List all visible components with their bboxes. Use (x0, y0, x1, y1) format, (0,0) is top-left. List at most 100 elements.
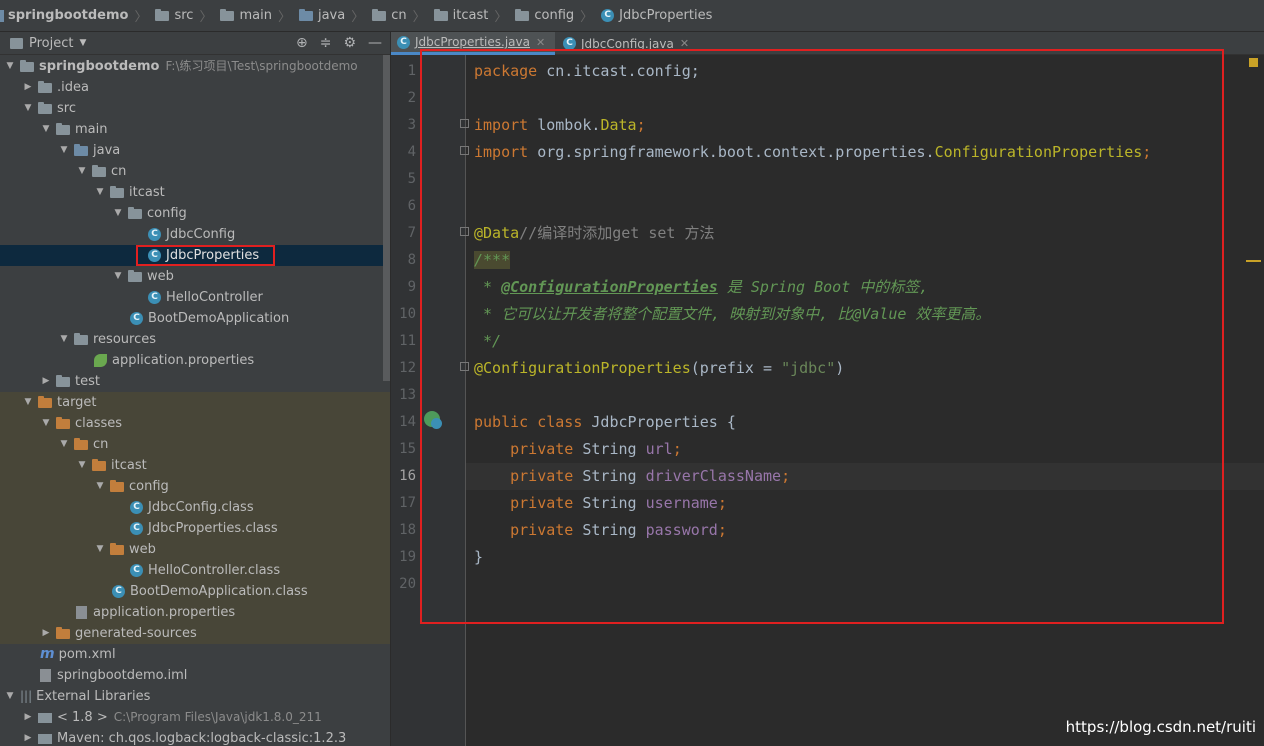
fold-marker-icon[interactable] (460, 227, 469, 236)
warning-stripe-marker[interactable] (1246, 260, 1261, 262)
class-file-icon: C (130, 501, 143, 514)
collapsed-arrow-icon[interactable]: ▶ (40, 371, 52, 392)
close-icon[interactable]: ✕ (536, 36, 545, 49)
tree-item-cn[interactable]: ▼ cn (0, 161, 390, 182)
excluded-folder-icon (92, 458, 106, 471)
code-line-14: public class JdbcProperties { (474, 413, 736, 431)
expanded-arrow-icon[interactable]: ▼ (4, 56, 16, 77)
tree-item-bootdemoapplication-class[interactable]: C BootDemoApplication.class (0, 581, 390, 602)
breadcrumb-separator: 〉 (199, 10, 213, 25)
fold-marker-icon[interactable] (460, 362, 469, 371)
tree-item-config[interactable]: ▼ config (0, 203, 390, 224)
expanded-arrow-icon[interactable]: ▼ (76, 455, 88, 476)
inspection-status-icon[interactable] (1249, 58, 1258, 67)
source-folder-icon (74, 143, 88, 156)
tree-item-target-itcast[interactable]: ▼ itcast (0, 455, 390, 476)
expanded-arrow-icon[interactable]: ▼ (76, 161, 88, 182)
breadcrumb-item-java[interactable]: java (293, 8, 349, 23)
breadcrumb-item-cn[interactable]: cn (366, 8, 410, 23)
expanded-arrow-icon[interactable]: ▼ (94, 539, 106, 560)
class-file-icon: C (130, 522, 143, 535)
expanded-arrow-icon[interactable]: ▼ (22, 98, 34, 119)
tree-item-target-application-properties[interactable]: application.properties (0, 602, 390, 623)
tree-item-hellocontroller[interactable]: C HelloController (0, 287, 390, 308)
expanded-arrow-icon[interactable]: ▼ (40, 413, 52, 434)
expanded-arrow-icon[interactable]: ▼ (58, 329, 70, 350)
chevron-down-icon[interactable]: ▼ (79, 38, 86, 48)
tree-item-jdbcconfig[interactable]: C JdbcConfig (0, 224, 390, 245)
collapsed-arrow-icon[interactable]: ▶ (22, 728, 34, 746)
tab-jdbcconfig[interactable]: C JdbcConfig.java ✕ (557, 32, 697, 55)
code-line-9: * @ConfigurationProperties 是 Spring Boot… (474, 278, 929, 296)
collapse-all-icon[interactable]: ≑ (320, 35, 332, 51)
breadcrumb-item-jdbcproperties[interactable]: C JdbcProperties (595, 8, 716, 23)
tree-item-main[interactable]: ▼ main (0, 119, 390, 140)
expanded-arrow-icon[interactable]: ▼ (40, 119, 52, 140)
line-number: 9 (407, 279, 416, 295)
line-number: 13 (399, 387, 416, 403)
expanded-arrow-icon[interactable]: ▼ (4, 686, 16, 707)
tree-item-target-cn[interactable]: ▼ cn (0, 434, 390, 455)
folder-icon (155, 8, 170, 21)
tree-item-java[interactable]: ▼ java (0, 140, 390, 161)
collapsed-arrow-icon[interactable]: ▶ (22, 707, 34, 728)
fold-marker-icon[interactable] (460, 146, 469, 155)
expanded-arrow-icon[interactable]: ▼ (112, 203, 124, 224)
minimize-icon[interactable]: — (368, 35, 382, 51)
expanded-arrow-icon[interactable]: ▼ (112, 266, 124, 287)
locate-target-icon[interactable]: ⊕ (296, 35, 308, 51)
line-number: 11 (399, 333, 416, 349)
tree-item-target[interactable]: ▼ target (0, 392, 390, 413)
breadcrumb-separator: 〉 (277, 10, 291, 25)
tree-item-hellocontroller-class[interactable]: C HelloController.class (0, 560, 390, 581)
tree-item-itcast[interactable]: ▼ itcast (0, 182, 390, 203)
tree-item-src[interactable]: ▼ src (0, 98, 390, 119)
sidebar-scrollbar[interactable] (383, 55, 390, 381)
fold-marker-icon[interactable] (460, 119, 469, 128)
line-number: 5 (407, 171, 416, 187)
code-line-12: @ConfigurationProperties(prefix = "jdbc"… (474, 359, 845, 377)
breadcrumb-item-main[interactable]: main (214, 8, 275, 23)
tree-item-application-properties[interactable]: application.properties (0, 350, 390, 371)
tree-item-bootdemoapplication[interactable]: C BootDemoApplication (0, 308, 390, 329)
tree-item-springbootdemo-iml[interactable]: springbootdemo.iml (0, 665, 390, 686)
collapsed-arrow-icon[interactable]: ▶ (40, 623, 52, 644)
class-icon: C (148, 228, 161, 241)
tab-jdbcproperties[interactable]: C JdbcProperties.java ✕ (391, 32, 555, 55)
tree-item-jdbcproperties[interactable]: C JdbcProperties (0, 245, 390, 266)
tree-item-idea[interactable]: ▶ .idea (0, 77, 390, 98)
tree-item-test[interactable]: ▶ test (0, 371, 390, 392)
breadcrumb-item-project[interactable]: springbootdemo (0, 8, 132, 23)
tree-item-jdbcconfig-class[interactable]: C JdbcConfig.class (0, 497, 390, 518)
code-line-1: package cn.itcast.config; (474, 62, 700, 80)
tree-item-springbootdemo[interactable]: ▼ springbootdemo F:\练习项目\Test\springboot… (0, 56, 387, 77)
tree-item-external-libraries[interactable]: ▼ ||| External Libraries (0, 686, 387, 707)
tree-item-target-web[interactable]: ▼ web (0, 539, 390, 560)
project-view-selector[interactable]: Project (29, 36, 73, 51)
tree-item-pom-xml[interactable]: m pom.xml (0, 644, 390, 665)
expanded-arrow-icon[interactable]: ▼ (58, 140, 70, 161)
expanded-arrow-icon[interactable]: ▼ (94, 476, 106, 497)
expanded-arrow-icon[interactable]: ▼ (94, 182, 106, 203)
tree-item-resources[interactable]: ▼ resources (0, 329, 390, 350)
tree-item-jdbcproperties-class[interactable]: C JdbcProperties.class (0, 518, 390, 539)
line-number: 17 (399, 495, 416, 511)
collapsed-arrow-icon[interactable]: ▶ (22, 77, 34, 98)
tree-item-maven-logback[interactable]: ▶ Maven: ch.qos.logback:logback-classic:… (0, 728, 390, 746)
tree-item-web[interactable]: ▼ web (0, 266, 390, 287)
expanded-arrow-icon[interactable]: ▼ (58, 434, 70, 455)
tree-item-generated-sources[interactable]: ▶ generated-sources (0, 623, 390, 644)
gear-icon[interactable]: ⚙ (343, 35, 356, 51)
tree-item-classes[interactable]: ▼ classes (0, 413, 390, 434)
breadcrumb-item-src[interactable]: src (149, 8, 197, 23)
tree-item-target-config[interactable]: ▼ config (0, 476, 390, 497)
package-icon (372, 8, 387, 21)
package-icon (433, 8, 448, 21)
class-file-icon: C (112, 585, 125, 598)
line-number: 12 (399, 360, 416, 376)
close-icon[interactable]: ✕ (680, 37, 689, 50)
expanded-arrow-icon[interactable]: ▼ (22, 392, 34, 413)
tree-item-jdk[interactable]: ▶ < 1.8 > C:\Program Files\Java\jdk1.8.0… (0, 707, 390, 728)
breadcrumb-item-itcast[interactable]: itcast (428, 8, 493, 23)
breadcrumb-item-config[interactable]: config (509, 8, 578, 23)
